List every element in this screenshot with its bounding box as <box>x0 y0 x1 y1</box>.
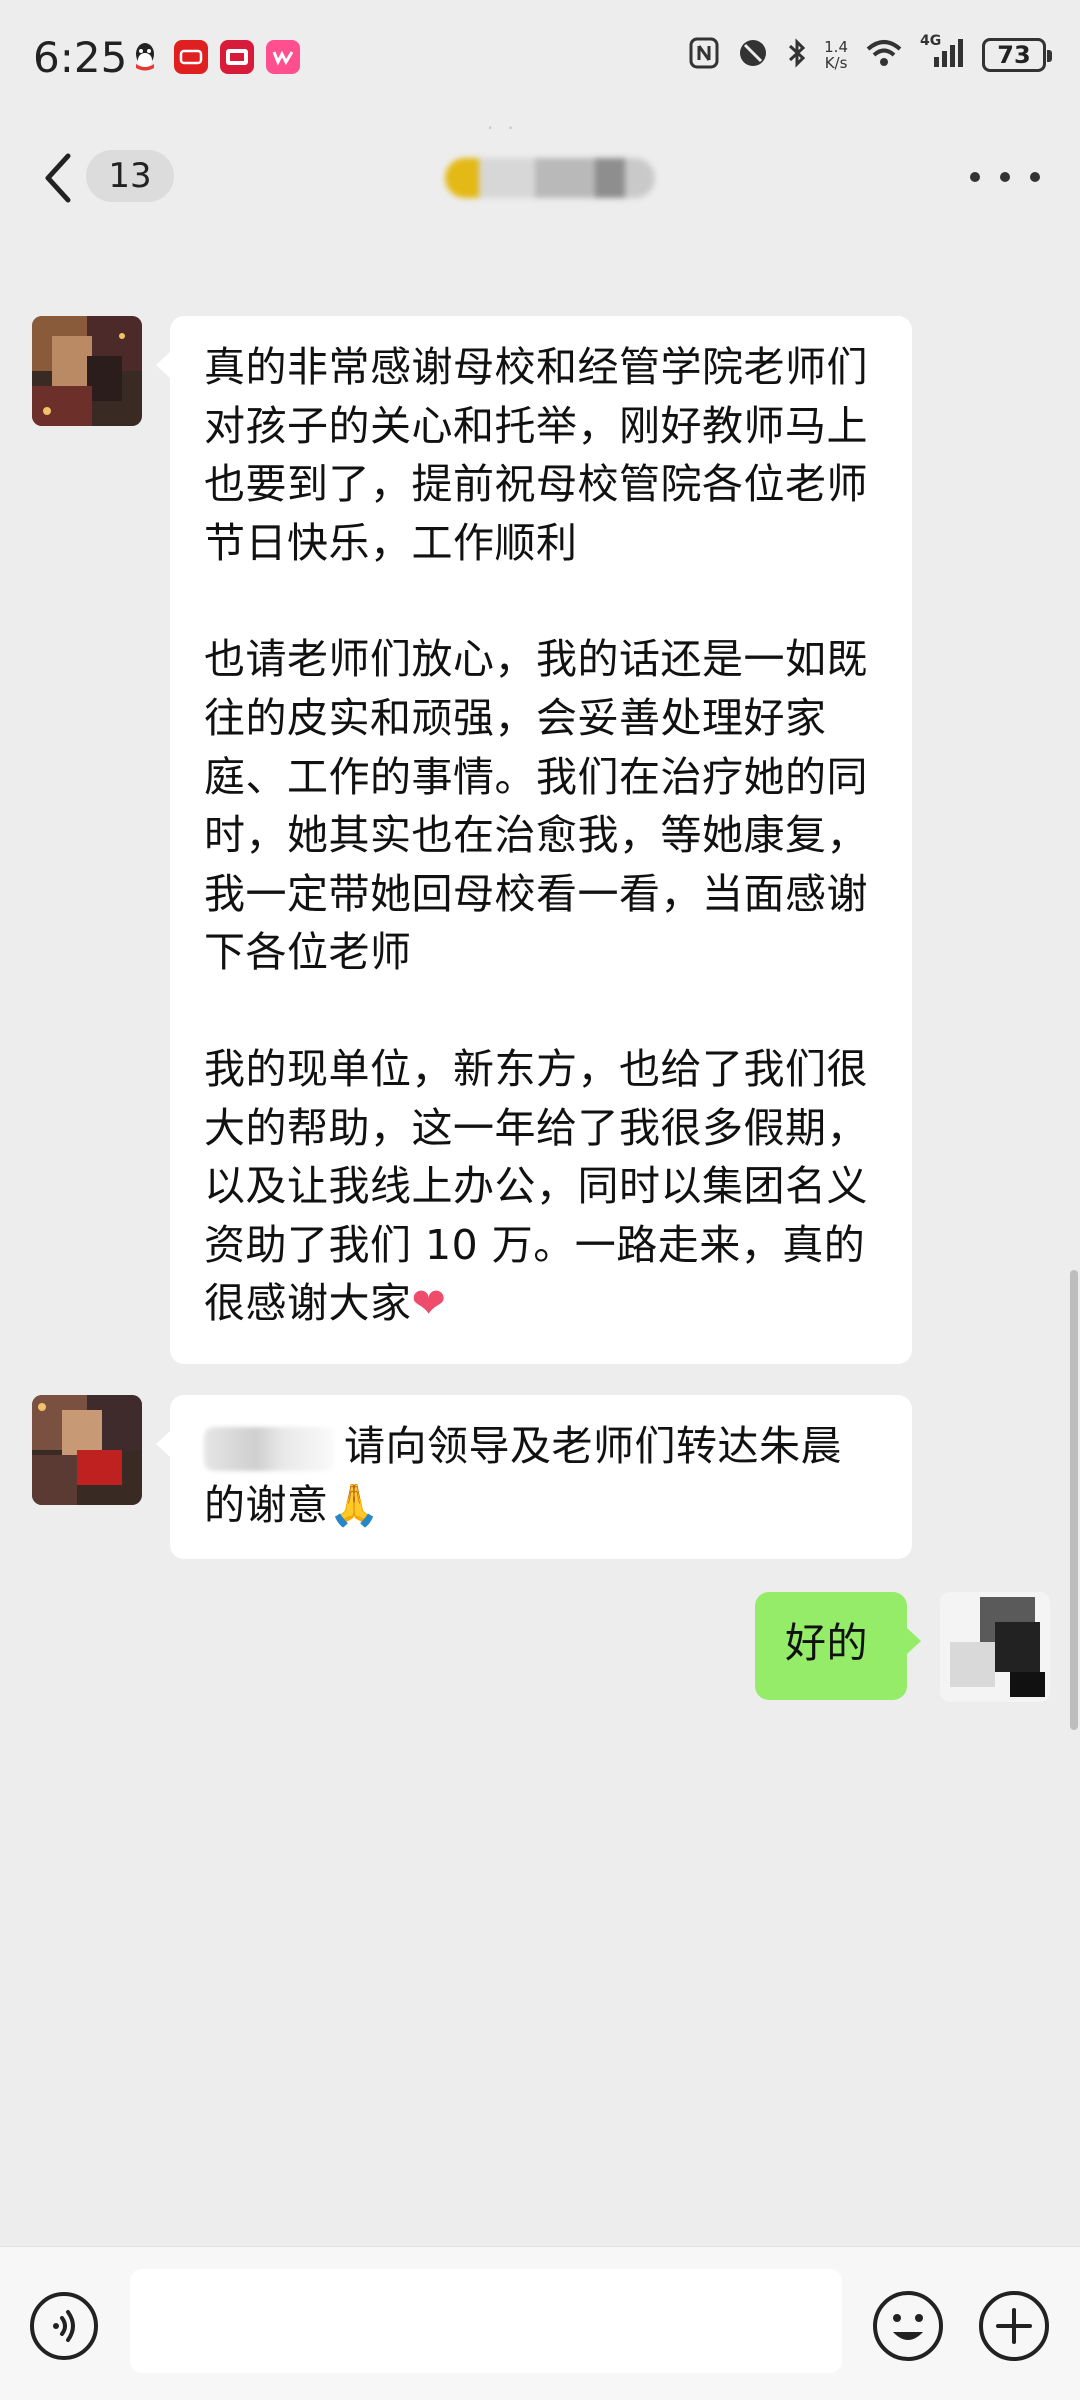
video-app-icon <box>220 40 254 74</box>
cellular-signal-icon: 4G <box>920 33 966 73</box>
plus-button[interactable] <box>976 2288 1052 2364</box>
message-paragraph: 真的非常感谢母校和经管学院老师们对孩子的关心和托举，刚好教师马上也要到了，提前祝… <box>204 343 868 567</box>
redacted-title <box>445 158 655 198</box>
message-text: 好的 <box>785 1619 868 1667</box>
incoming-message[interactable]: 真的非常感谢母校和经管学院老师们对孩子的关心和托举，刚好教师马上也要到了，提前祝… <box>156 316 912 1364</box>
chevron-left-icon <box>45 153 71 203</box>
more-button[interactable] <box>970 162 1040 192</box>
redacted-name <box>204 1427 334 1471</box>
message-paragraph: 我的现单位，新东方，也给了我们很大的帮助，这一年给了我很多假期，以及让我线上办公… <box>204 1044 868 1328</box>
message-input[interactable] <box>130 2269 842 2373</box>
voice-icon <box>30 2292 98 2360</box>
outgoing-message[interactable]: 好的 <box>755 1592 921 1700</box>
sender-avatar[interactable] <box>32 316 142 426</box>
more-dot <box>970 172 980 182</box>
plus-icon <box>979 2291 1049 2361</box>
my-avatar[interactable] <box>940 1592 1050 1702</box>
battery-indicator: 73 <box>982 38 1052 72</box>
network-speed: 1.4 K/s <box>824 38 848 72</box>
wifi-icon <box>864 37 904 73</box>
voice-button[interactable] <box>28 2290 100 2362</box>
message-text: 请向领导及老师们转达朱晨的谢意🙏 <box>204 1422 842 1529</box>
shopping-app-icon <box>266 40 300 74</box>
emoji-button[interactable] <box>870 2288 946 2364</box>
sender-avatar[interactable] <box>32 1395 142 1505</box>
app-notification-icon <box>174 40 208 74</box>
more-dot <box>1000 172 1010 182</box>
heart-emoji: ❤ <box>411 1279 447 1328</box>
nfc-icon <box>688 36 720 74</box>
input-bar <box>0 2246 1080 2400</box>
more-dot <box>1030 172 1040 182</box>
scrollbar[interactable] <box>1070 1270 1078 1730</box>
chat-screen: 6:25 1.4 K/s 4G 73 13 ·· 真的非常感谢母校和经管学院老师… <box>0 0 1080 2400</box>
incoming-message[interactable]: 请向领导及老师们转达朱晨的谢意🙏 <box>156 1395 912 1559</box>
notification-icons <box>128 40 300 74</box>
praying-hands-emoji: 🙏 <box>328 1480 381 1529</box>
bluetooth-icon <box>786 36 808 74</box>
chat-header: 13 <box>0 120 1080 240</box>
status-indicators: 1.4 K/s 4G 73 <box>688 33 1052 74</box>
message-paragraph: 也请老师们放心，我的话还是一如既往的皮实和顽强，会妥善处理好家庭、工作的事情。我… <box>204 635 868 977</box>
chat-title <box>445 158 655 198</box>
status-bar: 6:25 1.4 K/s 4G 73 <box>0 0 1080 120</box>
qq-icon <box>128 40 162 74</box>
unread-count-badge[interactable]: 13 <box>86 150 174 202</box>
status-time: 6:25 <box>33 33 128 82</box>
emoji-icon <box>873 2291 943 2361</box>
mute-icon <box>736 36 770 74</box>
title-status-dots: ·· <box>487 116 528 140</box>
